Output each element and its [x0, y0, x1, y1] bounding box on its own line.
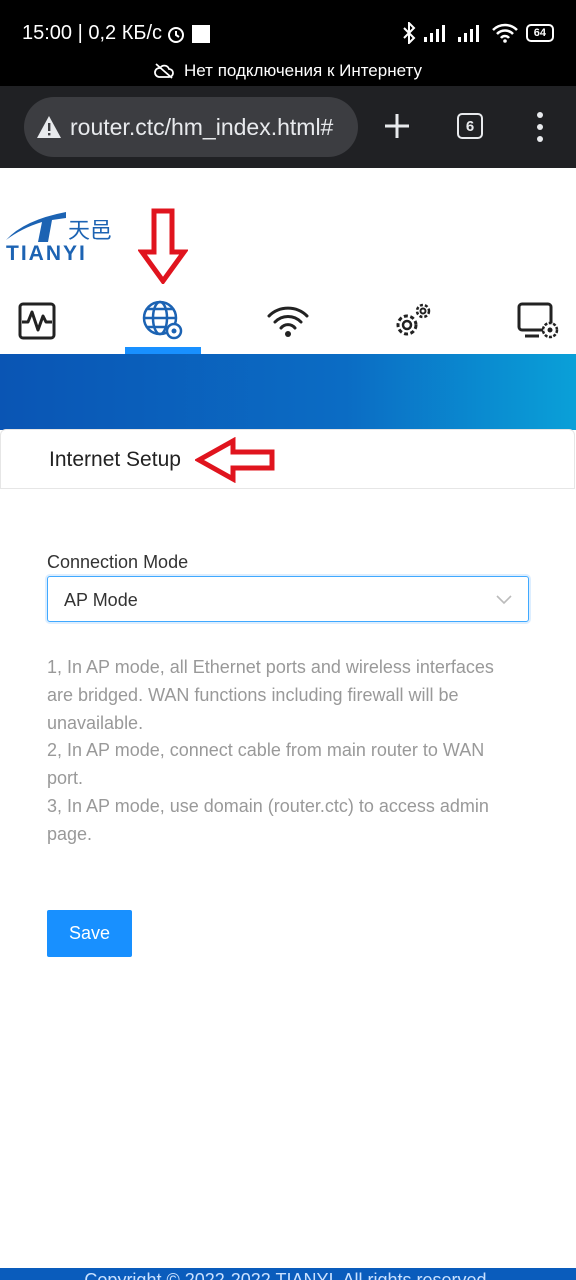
logo-mark-icon: 天邑 TIANYI: [6, 212, 112, 265]
connection-mode-value: AP Mode: [64, 590, 138, 610]
cloud-off-icon: [154, 63, 174, 79]
status-icon[interactable]: [16, 298, 60, 342]
connection-mode-label: Connection Mode: [47, 552, 189, 572]
nav-system[interactable]: [500, 292, 576, 354]
nav-settings[interactable]: [374, 292, 450, 354]
save-button[interactable]: Save: [47, 910, 132, 957]
signal-icon: [423, 25, 445, 42]
status-right: 64: [402, 22, 554, 44]
tab-count: 6: [465, 117, 475, 135]
offline-text: Нет подключения к Интернету: [184, 61, 422, 80]
network-globe-icon[interactable]: [141, 298, 185, 342]
settings-gears-icon[interactable]: [390, 298, 434, 342]
mode-notes: 1, In AP mode, all Ethernet ports and wi…: [47, 654, 517, 849]
nav-status[interactable]: [0, 292, 76, 354]
alarm-icon: [168, 27, 184, 43]
browser-toolbar: router.ctc/hm_index.html# 6: [0, 86, 576, 168]
tianyi-logo: 天邑 TIANYI: [4, 200, 124, 270]
footer: Copyright © 2022-2022 TIANYI. All rights…: [0, 1268, 576, 1280]
more-vert-icon[interactable]: [528, 110, 552, 144]
logo-en: TIANYI: [6, 242, 87, 265]
signal-icon-2: [457, 25, 479, 42]
footer-copyright: Copyright © 2022-2022 TIANYI. All rights…: [84, 1270, 492, 1280]
nav-wifi[interactable]: [250, 292, 326, 354]
annotation-arrow-down-icon: [138, 208, 188, 284]
nav-network[interactable]: [125, 292, 201, 354]
note-1: 1, In AP mode, all Ethernet ports and wi…: [47, 657, 494, 733]
bluetooth-icon: [403, 22, 416, 44]
logo-cn: 天邑: [68, 219, 112, 244]
battery-icon: 64: [525, 24, 554, 42]
offline-banner: Нет подключения к Интернету: [0, 56, 576, 86]
main-nav: [0, 292, 576, 354]
warning-icon[interactable]: [36, 114, 62, 140]
status-time: 15:00 | 0,2 КБ/с: [22, 22, 163, 44]
plus-icon[interactable]: [383, 112, 411, 140]
note-2: 2, In AP mode, connect cable from main r…: [47, 740, 485, 789]
url-text[interactable]: router.ctc/hm_index.html#: [70, 114, 350, 141]
tabs-icon[interactable]: 6: [457, 113, 483, 139]
annotation-arrow-left-icon: [195, 437, 275, 483]
connection-mode-select[interactable]: AP Mode: [47, 576, 529, 622]
page-title: Internet Setup: [49, 448, 181, 471]
chevron-down-icon[interactable]: [496, 592, 512, 606]
url-bar[interactable]: router.ctc/hm_index.html#: [24, 97, 358, 157]
note-3: 3, In AP mode, use domain (router.ctc) t…: [47, 795, 489, 844]
header-banner: [0, 354, 576, 430]
wifi-icon[interactable]: [266, 298, 310, 342]
nav-active-indicator: [125, 347, 201, 354]
card-header: Internet Setup: [0, 429, 575, 489]
system-monitor-icon[interactable]: [516, 298, 560, 342]
notification-square-icon: [192, 25, 210, 43]
wifi-status-icon: [491, 23, 518, 43]
